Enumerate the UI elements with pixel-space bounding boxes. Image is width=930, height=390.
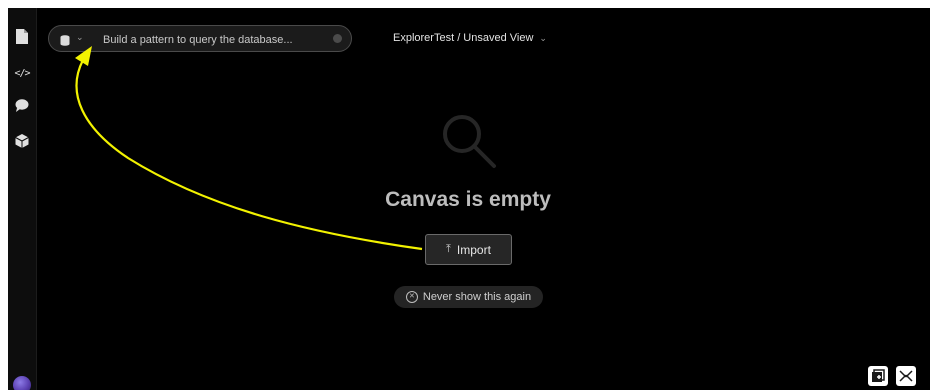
file-icon[interactable] bbox=[13, 27, 31, 45]
view-title: ExplorerTest / Unsaved View bbox=[393, 32, 534, 44]
never-show-label: Never show this again bbox=[422, 291, 532, 303]
empty-state-title: Canvas is empty bbox=[385, 188, 551, 211]
avatar-icon[interactable] bbox=[13, 376, 31, 390]
chat-icon[interactable] bbox=[13, 96, 31, 114]
never-show-again-button[interactable]: ✕ Never show this again bbox=[394, 286, 543, 308]
query-input[interactable] bbox=[101, 26, 330, 53]
code-icon[interactable]: </> bbox=[13, 64, 31, 82]
add-node-icon[interactable] bbox=[868, 366, 888, 386]
clear-icon[interactable] bbox=[333, 34, 342, 43]
chevron-down-icon[interactable]: ⌄ bbox=[76, 32, 84, 43]
cube-icon[interactable] bbox=[13, 132, 31, 150]
database-icon[interactable] bbox=[60, 33, 70, 51]
import-label: Import bbox=[456, 242, 491, 257]
view-selector[interactable]: ExplorerTest / Unsaved View ⌄ bbox=[393, 32, 547, 44]
chevron-down-icon: ⌄ bbox=[539, 33, 547, 43]
upload-icon: ⤒ bbox=[446, 243, 451, 255]
import-button[interactable]: ⤒ Import bbox=[425, 234, 512, 265]
search-icon bbox=[438, 110, 500, 177]
app-window: </> ⌄ ExplorerTest / Unsaved View ⌄ Canva… bbox=[8, 8, 930, 390]
query-bar[interactable]: ⌄ bbox=[48, 25, 352, 53]
sidebar: </> bbox=[8, 8, 37, 390]
close-circle-icon: ✕ bbox=[405, 291, 418, 303]
layout-icon[interactable] bbox=[896, 366, 916, 386]
